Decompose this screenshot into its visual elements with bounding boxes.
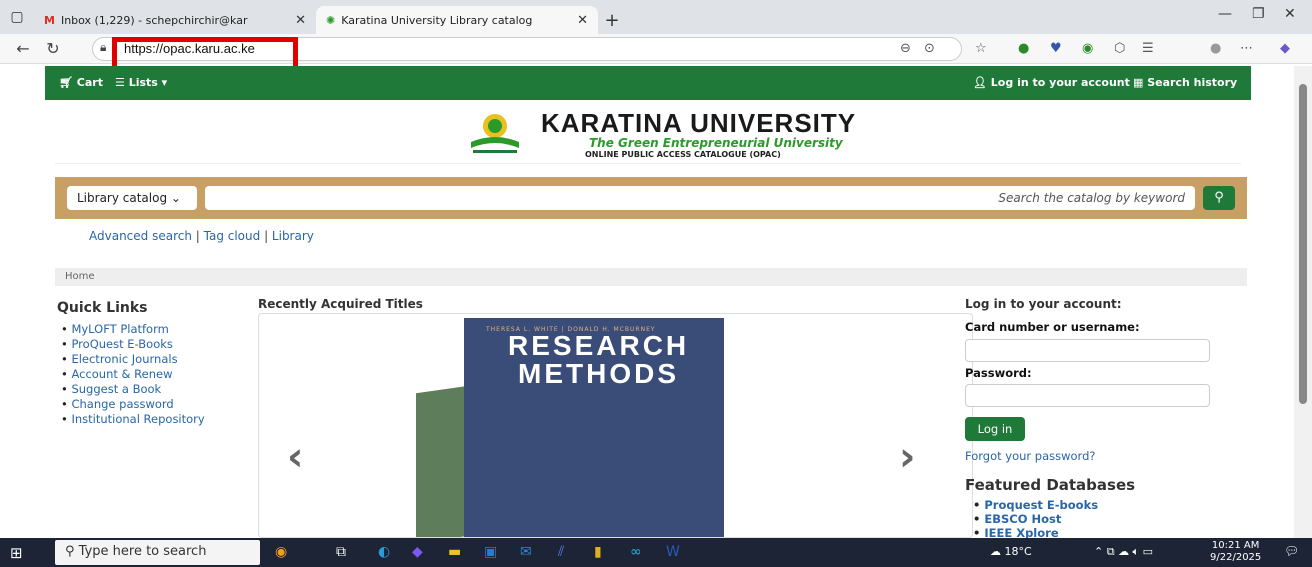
login-link[interactable]: 👤︎ Log in to your account [973, 76, 1130, 89]
lists-menu[interactable]: ☰ Lists ▾ [115, 76, 167, 89]
carousel-next-icon[interactable]: › [899, 434, 915, 480]
quick-links-heading: Quick Links [57, 300, 148, 316]
favorite-icon[interactable]: ☆ [975, 41, 987, 56]
profile-avatar-icon[interactable]: ● [1210, 41, 1221, 56]
university-name: KARATINA UNIVERSITY [541, 108, 857, 138]
library-link[interactable]: Library [272, 229, 314, 243]
quick-link[interactable]: Account & Renew [61, 367, 205, 382]
database-link[interactable]: Proquest E-books [973, 498, 1098, 512]
featured-databases-list: Proquest E-books EBSCO Host IEEE Xplore [973, 498, 1098, 540]
password-input[interactable] [965, 384, 1210, 407]
search-icon: ⚲ [1214, 190, 1224, 205]
book-cover[interactable]: THERESA L. WHITE | DONALD H. MCBURNEY RE… [464, 318, 724, 537]
cart-link[interactable]: 🛒︎ Cart [59, 76, 103, 89]
opac-subtitle: ONLINE PUBLIC ACCESS CATALOGUE (OPAC) [585, 150, 781, 159]
file-explorer-icon[interactable]: ▬ [448, 544, 461, 560]
tab-title: Karatina University Library catalog [341, 13, 533, 27]
app-icon[interactable]: ▮ [594, 544, 602, 560]
lock-icon[interactable]: 🔒︎ [100, 40, 106, 55]
tab-gmail[interactable]: M Inbox (1,229) - schepchirchir@kar ✕ [34, 6, 316, 34]
restore-icon[interactable]: ❐ [1252, 6, 1265, 22]
recent-titles-carousel: ‹ THERESA L. WHITE | DONALD H. MCBURNEY … [258, 313, 973, 538]
book-title-line2: METHODS [518, 358, 679, 389]
tag-cloud-link[interactable]: Tag cloud [204, 229, 261, 243]
university-logo-icon[interactable] [465, 108, 525, 156]
search-history-link[interactable]: ▦ Search history [1133, 76, 1237, 89]
taskbar-clock[interactable]: 10:21 AM 9/22/2025 [1210, 540, 1261, 564]
quick-link[interactable]: Institutional Repository [61, 412, 204, 427]
copilot-icon[interactable]: ◆ [412, 544, 423, 560]
store-icon[interactable]: ▣ [484, 544, 497, 560]
more-icon[interactable]: ⋯ [1240, 41, 1253, 56]
forgot-password-link[interactable]: Forgot your password? [965, 449, 1095, 463]
pocket-icon[interactable]: ♥ [1050, 41, 1062, 56]
outlook-icon[interactable]: ✉ [520, 544, 532, 560]
app-icon[interactable]: ∞ [630, 544, 642, 560]
minimize-icon[interactable]: — [1218, 6, 1232, 22]
taskbar-search[interactable]: ⚲ Type here to search [55, 540, 260, 565]
search-input[interactable]: Search the catalog by keyword [205, 186, 1195, 210]
edge-icon[interactable]: ◐ [378, 544, 390, 560]
quick-link[interactable]: Suggest a Book [61, 382, 205, 397]
close-tab-icon[interactable]: ✕ [295, 13, 306, 28]
gmail-icon: M [44, 13, 55, 27]
favorites-icon[interactable]: ☰ [1142, 41, 1154, 56]
breadcrumb[interactable]: Home [55, 268, 1247, 286]
search-band: Library catalog ⌄ Search the catalog by … [55, 177, 1247, 219]
sidebar-toggle-icon[interactable]: ▢ [0, 0, 34, 34]
word-icon[interactable]: W [666, 544, 680, 560]
extension-icon[interactable]: ◉ [1082, 41, 1093, 56]
quick-link[interactable]: Change password [61, 397, 205, 412]
windows-start-icon[interactable]: ⊞ [10, 544, 23, 562]
notification-icon[interactable]: 💬︎ [1284, 544, 1299, 558]
password-label: Password: [965, 366, 1032, 380]
login-heading: Log in to your account: [965, 297, 1122, 311]
windows-taskbar: ⊞ ⚲ Type here to search ◉ ⧉ ◐ ◆ ▬ ▣ ✉ ⫽ … [0, 538, 1312, 567]
quick-link[interactable]: ProQuest E-Books [61, 337, 205, 352]
advanced-search-link[interactable]: Advanced search [89, 229, 192, 243]
quick-links-list: MyLOFT Platform ProQuest E-Books Electro… [61, 322, 205, 427]
clock-date: 9/22/2025 [1210, 552, 1262, 563]
extension-icon[interactable]: ● [1018, 41, 1029, 56]
reader-icon[interactable]: ⊙ [924, 41, 935, 56]
search-button[interactable]: ⚲ [1203, 186, 1235, 210]
site-header: KARATINA UNIVERSITY The Green Entreprene… [55, 100, 1241, 164]
browser-tab-bar: ▢ M Inbox (1,229) - schepchirchir@kar ✕ … [0, 0, 1312, 34]
app-icon[interactable]: ⫽ [558, 544, 564, 560]
recent-titles-heading: Recently Acquired Titles [258, 297, 423, 311]
new-tab-button[interactable]: + [598, 6, 626, 34]
search-scope-select[interactable]: Library catalog ⌄ [67, 186, 197, 210]
card-number-label: Card number or username: [965, 320, 1140, 334]
database-link[interactable]: EBSCO Host [973, 512, 1098, 526]
top-navigation: 🛒︎ Cart ☰ Lists ▾ 👤︎ Log in to your acco… [45, 66, 1251, 100]
widgets-icon[interactable]: ◉ [275, 544, 287, 560]
university-motto: The Green Entrepreneurial University [589, 136, 843, 150]
tab-library[interactable]: ✺ Karatina University Library catalog ✕ [316, 6, 598, 34]
close-tab-icon[interactable]: ✕ [577, 13, 588, 28]
back-icon[interactable]: ← [8, 39, 38, 58]
extensions-icon[interactable]: ⬡ [1114, 41, 1125, 56]
karu-favicon-icon: ✺ [326, 13, 336, 27]
card-number-input[interactable] [965, 339, 1210, 362]
task-view-icon[interactable]: ⧉ [336, 544, 346, 560]
weather-widget[interactable]: ☁ 18°C [990, 545, 1032, 558]
close-window-icon[interactable]: ✕ [1284, 6, 1296, 22]
carousel-prev-icon[interactable]: ‹ [287, 434, 303, 480]
login-button[interactable]: Log in [965, 417, 1025, 441]
refresh-icon[interactable]: ↻ [38, 39, 68, 58]
tab-title: Inbox (1,229) - schepchirchir@kar [60, 13, 248, 27]
page-content: 🛒︎ Cart ☰ Lists ▾ 👤︎ Log in to your acco… [45, 66, 1251, 540]
clock-time: 10:21 AM [1211, 540, 1260, 551]
system-tray-icons[interactable]: ⌃ ⧉ ☁ 🔈︎ ▭ [1094, 545, 1153, 559]
featured-databases-heading: Featured Databases [965, 476, 1136, 494]
zoom-icon[interactable]: ⊖ [900, 41, 911, 56]
sub-links: Advanced search | Tag cloud | Library [89, 229, 314, 243]
copilot-icon[interactable]: ◆ [1280, 41, 1290, 56]
quick-link[interactable]: Electronic Journals [61, 352, 205, 367]
quick-link[interactable]: MyLOFT Platform [61, 322, 205, 337]
scrollbar-thumb[interactable] [1299, 84, 1307, 404]
